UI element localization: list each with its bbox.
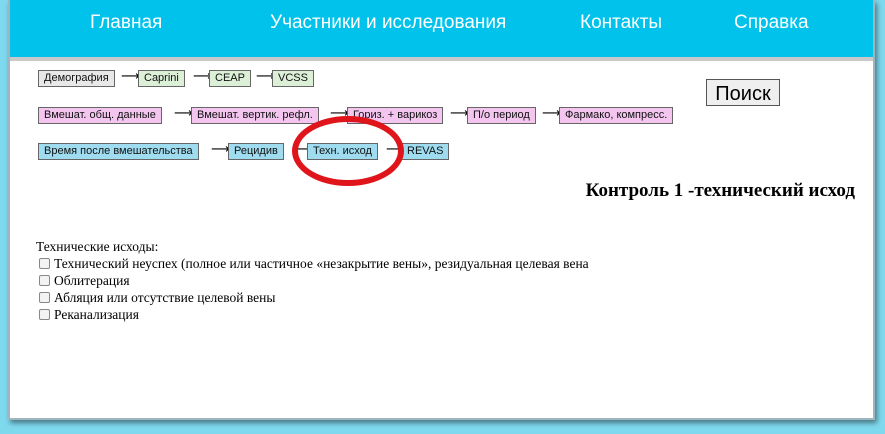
arrow-icon: ⟶ (211, 142, 230, 157)
step-postop-period[interactable]: П/о период (467, 107, 536, 124)
step-ceap[interactable]: CEAP (209, 70, 251, 87)
step-time-after-intervention[interactable]: Время после вмешательства (38, 143, 199, 160)
outcome-label: Технический неуспех (полное или частично… (54, 256, 589, 271)
step-revas[interactable]: REVAS (401, 143, 450, 160)
outcome-label: Абляция или отсутствие целевой вены (54, 290, 276, 305)
page-frame: Главная Участники и исследования Контакт… (8, 0, 875, 420)
arrow-icon: ⟶ (450, 106, 469, 121)
arrow-icon: ⟶ (330, 106, 349, 121)
outcome-label: Реканализация (54, 307, 139, 322)
search-button[interactable]: Поиск (706, 79, 780, 106)
outcome-option: Технический неуспех (полное или частично… (36, 255, 589, 272)
outcome-checkbox[interactable] (39, 291, 50, 303)
arrow-icon: ⟶ (174, 106, 193, 121)
nav-home[interactable]: Главная (90, 12, 162, 34)
step-vcss[interactable]: VCSS (272, 70, 314, 87)
top-navbar: Главная Участники и исследования Контакт… (10, 0, 873, 61)
outcome-option: Реканализация (36, 306, 589, 323)
step-caprini[interactable]: Caprini (138, 70, 185, 87)
outcome-checkbox[interactable] (39, 308, 50, 320)
outcome-checkbox[interactable] (39, 257, 50, 269)
nav-help[interactable]: Справка (734, 12, 809, 34)
nav-contacts[interactable]: Контакты (580, 12, 662, 34)
step-intervention-vertical-reflux[interactable]: Вмешат. вертик. рефл. (191, 107, 319, 124)
page-title: Контроль 1 -технический исход (585, 180, 855, 201)
step-demography[interactable]: Демография (38, 70, 115, 87)
arrow-icon: ⟶ (121, 69, 140, 84)
technical-outcomes-group: Технические исходы: Технический неуспех … (36, 239, 589, 323)
outcome-option: Облитерация (36, 272, 589, 289)
nav-participants[interactable]: Участники и исследования (270, 12, 506, 34)
outcomes-heading: Технические исходы: (36, 239, 159, 254)
outcome-label: Облитерация (54, 273, 130, 288)
step-relapse[interactable]: Рецидив (228, 143, 284, 160)
outcome-checkbox[interactable] (39, 274, 50, 286)
step-technical-outcome[interactable]: Техн. исход (307, 143, 378, 160)
outcome-option: Абляция или отсутствие целевой вены (36, 289, 589, 306)
arrow-icon: ⟶ (542, 106, 561, 121)
step-intervention-general[interactable]: Вмешат. общ. данные (38, 107, 162, 124)
step-pharmaco-compression[interactable]: Фармако, компресс. (559, 107, 674, 124)
step-horizontal-varicose[interactable]: Гориз. + варикоз (347, 107, 444, 124)
